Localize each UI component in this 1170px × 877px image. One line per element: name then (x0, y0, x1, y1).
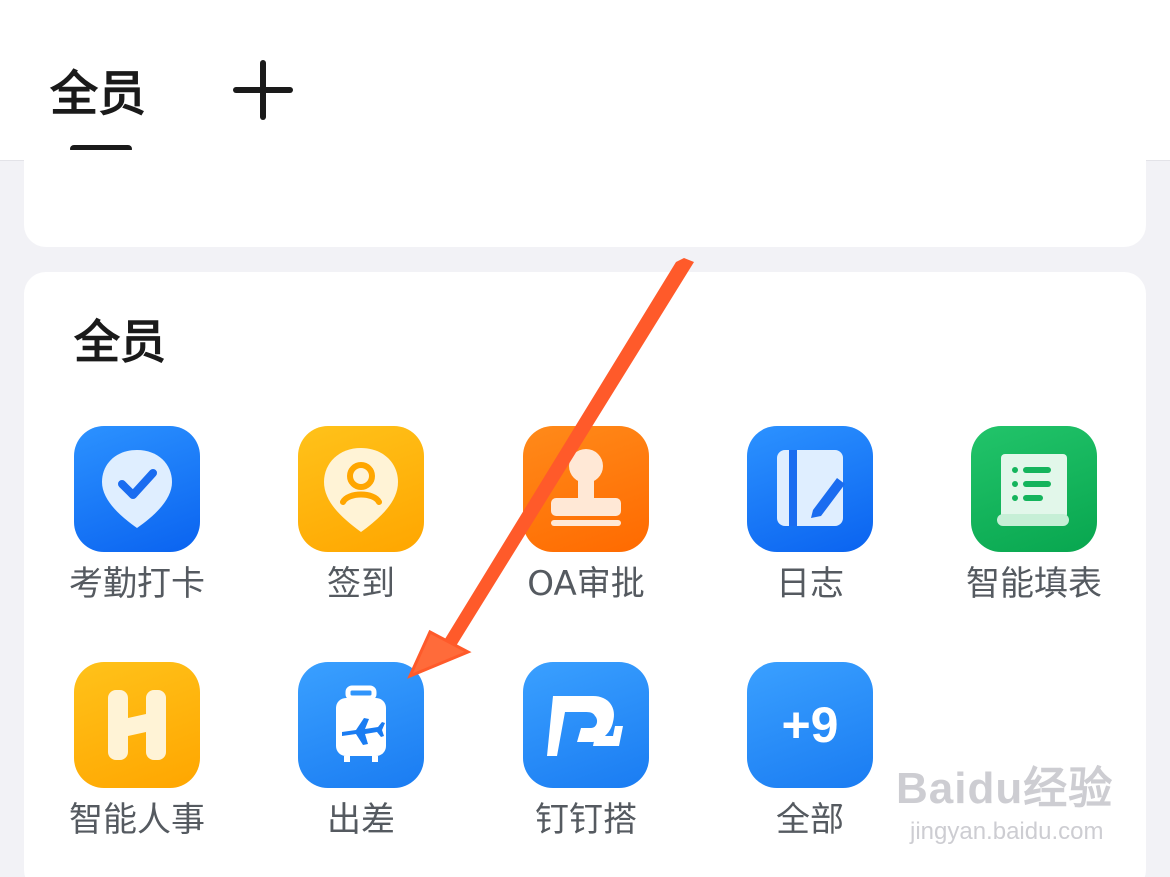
more-apps-count: +9 (781, 697, 839, 753)
app-log[interactable]: 日志 (710, 426, 910, 626)
app-sign-in[interactable]: 签到 (261, 426, 461, 626)
scroll-list-icon (971, 426, 1097, 552)
letter-h-icon (74, 662, 200, 788)
baidu-watermark: Baidu经验 jingyan.baidu.com (896, 752, 1116, 862)
section-title: 全员 (74, 315, 166, 369)
top-tab-bar: 全员 (0, 0, 1170, 161)
more-apps-icon: +9 (747, 662, 873, 788)
app-smart-form[interactable]: 智能填表 (934, 426, 1134, 626)
add-tab-icon[interactable] (233, 60, 293, 120)
location-check-icon (74, 426, 200, 552)
app-label: 钉钉搭 (535, 800, 637, 840)
app-label: 日志 (776, 564, 844, 604)
app-label: 全部 (776, 800, 844, 840)
dingtalk-build-icon (523, 662, 649, 788)
app-dingtalk-build[interactable]: 钉钉搭 (486, 662, 686, 862)
app-label: 智能人事 (69, 800, 205, 840)
app-label: OA审批 (527, 564, 645, 604)
stamp-icon (523, 426, 649, 552)
app-all[interactable]: +9 全部 (710, 662, 910, 862)
app-smart-hr[interactable]: 智能人事 (37, 662, 237, 862)
tab-all-members[interactable]: 全员 (50, 62, 146, 126)
previous-card (24, 150, 1146, 247)
luggage-plane-icon (298, 662, 424, 788)
app-business-trip[interactable]: 出差 (261, 662, 461, 862)
app-attendance[interactable]: 考勤打卡 (37, 426, 237, 626)
watermark-url: jingyan.baidu.com (910, 818, 1104, 845)
location-person-icon (298, 426, 424, 552)
notebook-pen-icon (747, 426, 873, 552)
app-label: 出差 (327, 800, 395, 840)
app-label: 智能填表 (966, 564, 1102, 604)
app-label: 签到 (327, 564, 395, 604)
app-label: 考勤打卡 (69, 564, 205, 604)
app-oa-approval[interactable]: OA审批 (486, 426, 686, 626)
watermark-logo: Baidu经验 (896, 764, 1114, 813)
